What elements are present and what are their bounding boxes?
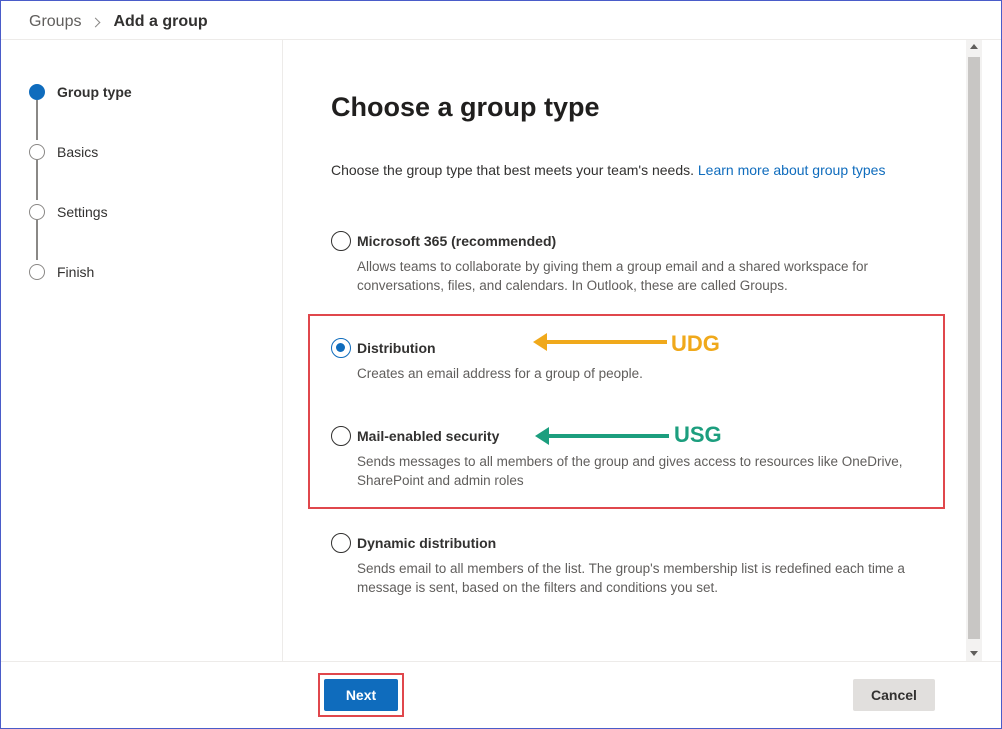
step-connector (36, 160, 38, 200)
intro-sentence: Choose the group type that best meets yo… (331, 162, 694, 178)
radio-dynamic-distribution[interactable] (331, 533, 351, 553)
step-label: Group type (57, 84, 132, 100)
step-active-icon (29, 84, 45, 100)
udg-annotation-label: UDG (671, 331, 720, 356)
breadcrumb-groups-link[interactable]: Groups (29, 13, 81, 31)
step-pending-icon (29, 264, 45, 280)
intro-text: Choose the group type that best meets yo… (331, 162, 885, 178)
step-pending-icon (29, 204, 45, 220)
scroll-down-icon[interactable] (970, 651, 978, 656)
page-title: Choose a group type (331, 92, 600, 122)
breadcrumb-current: Add a group (113, 13, 208, 30)
footer-divider (1, 661, 1001, 662)
scroll-thumb[interactable] (968, 57, 980, 639)
learn-more-link[interactable]: Learn more about group types (698, 162, 886, 178)
scroll-up-icon[interactable] (970, 44, 978, 49)
step-label: Finish (57, 264, 95, 280)
step-connector (36, 220, 38, 260)
vertical-scrollbar[interactable] (966, 40, 982, 661)
option-description: Sends email to all members of the list. … (357, 561, 905, 595)
wizard-steps: Group type Basics Settings Finish (0, 40, 283, 661)
chevron-right-icon (91, 17, 101, 27)
step-group-type[interactable]: Group type (29, 82, 132, 102)
step-finish[interactable]: Finish (29, 262, 94, 282)
next-button[interactable]: Next (324, 679, 398, 711)
step-settings[interactable]: Settings (29, 202, 108, 222)
option-dynamic-distribution[interactable]: Dynamic distribution Sends email to all … (331, 533, 931, 597)
usg-arrow-icon (535, 427, 669, 445)
step-pending-icon (29, 144, 45, 160)
option-description: Allows teams to collaborate by giving th… (357, 259, 869, 293)
option-label: Microsoft 365 (recommended) (357, 233, 557, 249)
step-basics[interactable]: Basics (29, 142, 98, 162)
option-microsoft-365[interactable]: Microsoft 365 (recommended) Allows teams… (331, 231, 931, 295)
udg-arrow-icon (533, 333, 667, 351)
radio-microsoft-365[interactable] (331, 231, 351, 251)
step-label: Settings (57, 204, 108, 220)
step-connector (36, 100, 38, 140)
option-label: Dynamic distribution (357, 535, 497, 551)
step-label: Basics (57, 144, 99, 160)
breadcrumb: Groups Add a group (29, 11, 208, 33)
usg-annotation-label: USG (674, 422, 722, 447)
cancel-button[interactable]: Cancel (853, 679, 935, 711)
